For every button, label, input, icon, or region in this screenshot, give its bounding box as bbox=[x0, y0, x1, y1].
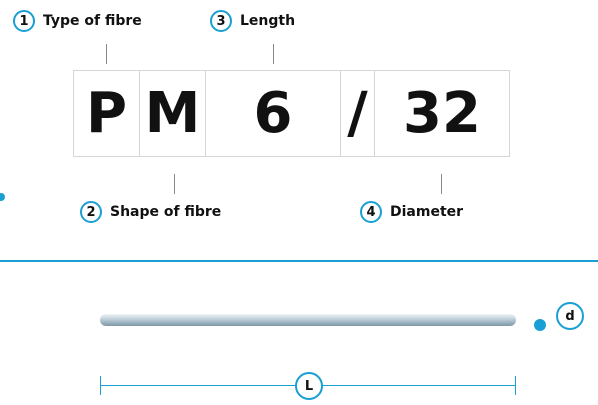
length-dimension-end bbox=[515, 376, 516, 395]
callout-length: 3 Length bbox=[210, 6, 295, 36]
tick-shape-of-fibre bbox=[174, 174, 175, 194]
steel-fibre-illustration bbox=[100, 314, 516, 326]
callout-label-length: Length bbox=[240, 13, 296, 29]
diameter-symbol: d bbox=[556, 302, 584, 330]
code-box-type: P bbox=[73, 70, 140, 157]
callout-label-shape-of-fibre: Shape of fibre bbox=[110, 204, 222, 220]
length-symbol: L bbox=[295, 372, 323, 400]
callout-label-type-of-fibre: Type of fibre bbox=[43, 13, 142, 29]
diameter-dot bbox=[534, 319, 546, 331]
callout-diameter: 4 Diameter bbox=[360, 197, 463, 227]
code-box-length: 6 bbox=[205, 70, 341, 157]
tick-diameter bbox=[441, 174, 442, 194]
length-dimension-start bbox=[100, 376, 101, 395]
side-marker-dot bbox=[0, 193, 5, 201]
callout-type-of-fibre: 1 Type of fibre bbox=[13, 6, 142, 36]
section-divider bbox=[0, 260, 598, 262]
callout-shape-of-fibre: 2 Shape of fibre bbox=[80, 197, 221, 227]
callout-number-2: 2 bbox=[80, 201, 102, 223]
callout-number-3: 3 bbox=[210, 10, 232, 32]
callout-number-1: 1 bbox=[13, 10, 35, 32]
code-box-shape: M bbox=[139, 70, 206, 157]
code-box-diameter: 32 bbox=[374, 70, 510, 157]
callout-label-diameter: Diameter bbox=[390, 204, 464, 220]
tick-type-of-fibre bbox=[106, 44, 107, 64]
tick-length bbox=[273, 44, 274, 64]
callout-number-4: 4 bbox=[360, 201, 382, 223]
code-box-separator: / bbox=[340, 70, 375, 157]
